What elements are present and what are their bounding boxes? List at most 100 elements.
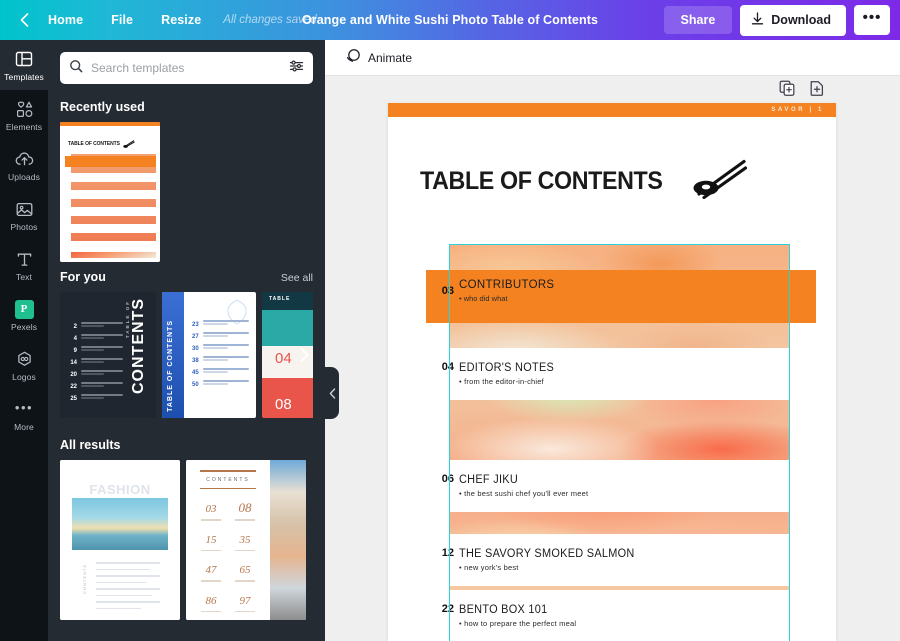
template-dark-number-list: 2 4 9 14 20 22 25 <box>68 322 123 406</box>
sushi-chopsticks-icon <box>691 159 747 204</box>
page-band-text: SAVOR | 1 <box>771 107 824 113</box>
download-label: Download <box>771 13 831 27</box>
text-icon <box>14 249 34 269</box>
templates-panel: Recently used TABLE OF CONTENTS <box>48 40 325 641</box>
all-results-grid: FASHION CONTENTS CONTENTS 03 08 15 35 47… <box>60 460 313 620</box>
sidebar-label-elements: Elements <box>5 122 43 132</box>
entry-number-3: 12 <box>441 547 454 559</box>
canvas-area[interactable]: SAVOR | 1 TABLE OF CONTENTS • EDITOR'S N… <box>325 76 900 641</box>
entry-subtitle-2: the best sushi chef you'll ever meet <box>459 489 588 498</box>
design-page[interactable]: SAVOR | 1 TABLE OF CONTENTS • EDITOR'S N… <box>388 103 836 641</box>
section-recently-used-header: Recently used <box>60 100 313 114</box>
c2-num-2: 15 <box>205 533 217 546</box>
elements-icon <box>14 99 34 119</box>
sidebar-label-text: Text <box>16 272 32 282</box>
template-dark-vertical-title: CONTENTS <box>130 298 147 394</box>
template-card-blue-contents[interactable]: TABLE OF CONTENTS 23 27 30 38 45 50 <box>162 292 256 418</box>
editor-toolbar: Animate <box>325 40 900 76</box>
duplicate-page-icon[interactable] <box>779 80 795 101</box>
contents-serif-grid: 03 08 15 35 47 65 86 97 <box>194 499 262 620</box>
save-status: All changes saved <box>223 14 317 26</box>
c2-num-3: 35 <box>239 533 251 546</box>
fashion-title: FASHION <box>89 482 151 497</box>
search-input[interactable] <box>91 61 281 75</box>
mini-band <box>60 122 160 126</box>
template-blue-number-list: 23 27 30 38 45 50 <box>190 320 249 392</box>
logos-icon <box>14 349 34 369</box>
contents-serif-preview: CONTENTS 03 08 15 35 47 65 86 97 <box>186 460 306 620</box>
section-title-for-you: For you <box>60 270 106 284</box>
menu-file[interactable]: File <box>97 7 147 33</box>
panel-scroll[interactable]: Recently used TABLE OF CONTENTS For you … <box>48 92 325 641</box>
sidebar-item-text[interactable]: Text <box>0 240 48 290</box>
entry-number-2: 06 <box>441 473 454 485</box>
sidebar-label-pexels: Pexels <box>10 322 38 332</box>
entry-subtitle-0-text: who did what <box>463 294 508 303</box>
photos-icon <box>14 199 34 219</box>
template-card-dark-contents[interactable]: CONTENTS TABLE OF 2 4 9 14 20 22 25 <box>60 292 156 418</box>
template-dark-kicker: TABLE OF <box>125 300 130 339</box>
entry-title-3: THE SAVORY SMOKED SALMON <box>459 548 635 560</box>
menu-home[interactable]: Home <box>34 7 97 33</box>
design-title-text: TABLE OF CONTENTS <box>420 167 663 195</box>
sidebar-item-more[interactable]: ••• More <box>0 390 48 440</box>
search-icon <box>69 59 83 78</box>
carousel-next-icon[interactable] <box>293 338 313 372</box>
download-button[interactable]: Download <box>740 4 846 36</box>
c2-num-5: 65 <box>239 564 251 576</box>
sidebar-item-logos[interactable]: Logos <box>0 340 48 390</box>
highlight-row-text: CONTRIBUTORS • who did what <box>459 279 554 303</box>
animate-label: Animate <box>368 50 413 65</box>
sidebar-item-pexels[interactable]: P Pexels <box>0 290 48 340</box>
mini-title: TABLE OF CONTENTS <box>68 140 135 148</box>
table-row[interactable]: EDITOR'S NOTES from the editor-in-chief <box>449 348 790 400</box>
more-options-button[interactable]: ••• <box>854 5 890 35</box>
menu-resize[interactable]: Resize <box>147 7 215 33</box>
recently-used-template[interactable]: TABLE OF CONTENTS <box>60 122 160 262</box>
mini-rows <box>65 154 156 258</box>
table-row[interactable]: CHEF JIKU the best sushi chef you'll eve… <box>449 460 790 512</box>
entry-number-0: 03 <box>441 285 454 297</box>
design-title-block[interactable]: TABLE OF CONTENTS <box>420 159 804 204</box>
contents-serif-photo <box>270 460 306 620</box>
mini-title-text: TABLE OF CONTENTS <box>68 141 120 147</box>
entry-number-4: 22 <box>441 603 454 615</box>
top-bar: Home File Resize All changes saved Orang… <box>0 0 900 40</box>
sidebar-item-uploads[interactable]: Uploads <box>0 140 48 190</box>
section-all-results-header: All results <box>60 438 313 452</box>
pexels-icon: P <box>14 299 34 319</box>
see-all-link[interactable]: See all <box>281 272 313 284</box>
template-teal-top-label: TABLE <box>269 296 291 302</box>
uploads-icon <box>14 149 34 169</box>
back-icon[interactable] <box>14 8 34 32</box>
panel-collapse-handle[interactable] <box>325 367 339 419</box>
editor-area: Animate SAVOR | 1 TABLE OF CONTENTS • ED… <box>325 40 900 641</box>
filter-sliders-icon[interactable] <box>289 59 304 78</box>
left-rail: Templates Elements Uploads Photos Text P… <box>0 40 48 641</box>
table-row[interactable]: BENTO BOX 101 how to prepare the perfect… <box>449 590 790 641</box>
c2-num-6: 86 <box>205 594 217 607</box>
section-for-you-header: For you See all <box>60 270 313 284</box>
more-dots-icon: ••• <box>14 399 34 415</box>
entry-title-2: CHEF JIKU <box>459 474 519 486</box>
search-box[interactable] <box>60 52 313 84</box>
for-you-carousel: CONTENTS TABLE OF 2 4 9 14 20 22 25 TABL… <box>60 292 313 418</box>
contents-serif-title: CONTENTS <box>206 476 250 483</box>
top-bar-left: Home File Resize All changes saved <box>14 7 317 33</box>
sidebar-item-photos[interactable]: Photos <box>0 190 48 240</box>
animate-button[interactable]: Animate <box>339 44 418 71</box>
template-card-contents-serif[interactable]: CONTENTS 03 08 15 35 47 65 86 97 <box>186 460 306 620</box>
add-page-icon[interactable] <box>809 80 825 101</box>
fashion-preview: FASHION CONTENTS <box>60 460 180 620</box>
entry-subtitle-0-overlay: • who did what <box>459 294 508 303</box>
sidebar-item-templates[interactable]: Templates <box>0 40 48 90</box>
sidebar-item-elements[interactable]: Elements <box>0 90 48 140</box>
sidebar-label-more: More <box>14 422 34 432</box>
share-button[interactable]: Share <box>663 6 733 34</box>
contents-serif-left: CONTENTS 03 08 15 35 47 65 86 97 <box>186 460 270 620</box>
search-area <box>48 40 325 92</box>
entry-title-4: BENTO BOX 101 <box>459 604 548 616</box>
template-card-fashion[interactable]: FASHION CONTENTS <box>60 460 180 620</box>
template-blue-vertical-title: TABLE OF CONTENTS <box>167 320 174 412</box>
table-row[interactable]: THE SAVORY SMOKED SALMON new york's best <box>449 534 790 586</box>
